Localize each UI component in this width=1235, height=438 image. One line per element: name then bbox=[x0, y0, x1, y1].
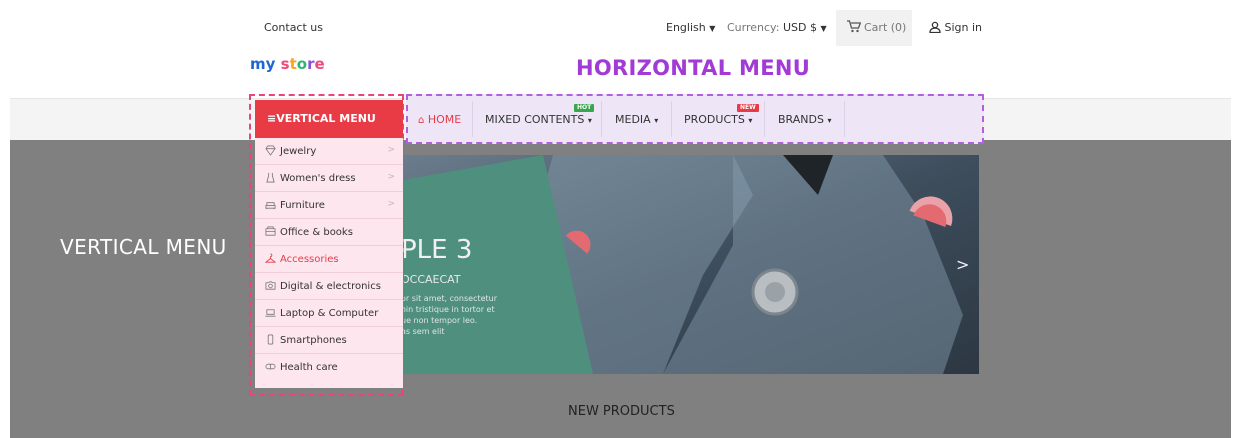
nav-separator bbox=[844, 101, 845, 137]
logo-letter: r bbox=[307, 55, 315, 73]
sign-in-label: Sign in bbox=[944, 21, 983, 34]
slide-body-line: ue non tempor leo. bbox=[403, 316, 478, 325]
caret-down-icon: ▼ bbox=[709, 24, 716, 33]
horizontal-menu-title: HORIZONTAL MENU bbox=[576, 56, 811, 80]
sign-in-link[interactable]: Sign in bbox=[929, 21, 982, 34]
nav-separator bbox=[472, 101, 473, 137]
caret-down-icon: ▾ bbox=[587, 116, 592, 125]
menu-item-furniture[interactable]: Furniture > bbox=[255, 192, 403, 219]
currency-label: Currency: bbox=[727, 21, 780, 34]
slide-body-line: oin tristique in tortor et bbox=[403, 305, 495, 314]
currency-selector[interactable]: Currency: USD $ ▼ bbox=[727, 21, 827, 34]
menu-item-laptop-computer[interactable]: Laptop & Computer bbox=[255, 300, 403, 327]
language-selector[interactable]: English ▼ bbox=[666, 21, 715, 34]
cart-icon bbox=[847, 20, 861, 33]
new-products-heading: NEW PRODUCTS bbox=[568, 404, 675, 419]
hamburger-icon: ≡ bbox=[267, 112, 277, 125]
language-value: English bbox=[666, 21, 706, 34]
nav-separator bbox=[601, 101, 602, 137]
menu-item-womens-dress[interactable]: Women's dress > bbox=[255, 165, 403, 192]
menu-item-smartphones[interactable]: Smartphones bbox=[255, 327, 403, 354]
menu-item-label: Office & books bbox=[280, 227, 353, 238]
hot-badge: HOT bbox=[574, 104, 595, 112]
caret-down-icon: ▾ bbox=[654, 116, 659, 125]
menu-item-label: Jewelry bbox=[280, 146, 317, 157]
brand-row: my store HORIZONTAL MENU bbox=[10, 46, 1231, 98]
slider-image bbox=[403, 155, 979, 374]
caret-down-icon: ▼ bbox=[820, 24, 827, 33]
home-icon: ⌂ bbox=[418, 115, 425, 126]
currency-value: USD $ bbox=[782, 21, 817, 34]
top-bar: Contact us English ▼ Currency: USD $ ▼ C… bbox=[10, 10, 1231, 47]
user-icon bbox=[929, 21, 941, 34]
menu-item-label: Accessories bbox=[280, 254, 339, 265]
book-icon bbox=[265, 226, 276, 236]
logo-letter: s bbox=[280, 55, 290, 73]
logo-letter: y bbox=[265, 55, 276, 73]
menu-item-label: Furniture bbox=[280, 200, 325, 211]
menu-item-jewelry[interactable]: Jewelry > bbox=[255, 138, 403, 165]
nav-label: MEDIA bbox=[615, 113, 651, 126]
pill-icon bbox=[265, 363, 276, 370]
chevron-right-icon: > bbox=[387, 199, 395, 209]
menu-item-label: Women's dress bbox=[280, 173, 356, 184]
nav-label: HOME bbox=[427, 113, 462, 126]
slide-body-line: as sem elit bbox=[403, 327, 445, 336]
caret-down-icon: ▾ bbox=[827, 116, 832, 125]
slide-body: or sit amet, consectetur oin tristique i… bbox=[403, 293, 497, 337]
vertical-menu-toggle[interactable]: ≡VERTICAL MENU bbox=[255, 100, 403, 138]
vertical-menu-header-label: VERTICAL MENU bbox=[276, 112, 376, 125]
diamond-icon bbox=[265, 145, 276, 156]
vertical-menu-caption: VERTICAL MENU bbox=[60, 235, 227, 259]
chevron-right-icon: > bbox=[387, 145, 395, 155]
nav-separator bbox=[671, 101, 672, 137]
slide-subheading: OCCAECAT bbox=[403, 273, 461, 286]
slide-body-line: or sit amet, consectetur bbox=[403, 294, 498, 303]
menu-item-office-books[interactable]: Office & books bbox=[255, 219, 403, 246]
menu-item-health-care[interactable]: Health care bbox=[255, 354, 403, 381]
menu-item-accessories[interactable]: Accessories bbox=[255, 246, 403, 273]
contact-us-link[interactable]: Contact us bbox=[264, 21, 323, 34]
menu-item-digital-electronics[interactable]: Digital & electronics bbox=[255, 273, 403, 300]
phone-icon bbox=[267, 334, 274, 345]
image-slider[interactable]: PLE 3 OCCAECAT or sit amet, consectetur … bbox=[403, 155, 979, 374]
sofa-icon bbox=[265, 202, 276, 210]
nav-label: BRANDS bbox=[778, 113, 824, 126]
nav-label: MIXED CONTENTS bbox=[485, 113, 585, 126]
nav-label: PRODUCTS bbox=[684, 113, 745, 126]
new-badge: NEW bbox=[737, 104, 759, 112]
menu-item-label: Smartphones bbox=[280, 335, 347, 346]
laptop-icon bbox=[265, 309, 276, 317]
menu-item-label: Laptop & Computer bbox=[280, 308, 379, 319]
cart-label: Cart (0) bbox=[864, 21, 907, 34]
store-logo[interactable]: my store bbox=[250, 55, 325, 73]
menu-item-label: Digital & electronics bbox=[280, 281, 381, 292]
slider-next-arrow[interactable]: > bbox=[956, 255, 969, 274]
dress-icon bbox=[266, 172, 275, 183]
chevron-right-icon: > bbox=[387, 172, 395, 182]
slide-heading: PLE 3 bbox=[403, 235, 473, 265]
caret-down-icon: ▾ bbox=[748, 116, 753, 125]
logo-letter: e bbox=[314, 55, 325, 73]
vertical-menu-list: Jewelry > Women's dress > Furniture > Of… bbox=[255, 138, 403, 388]
hanger-icon bbox=[265, 253, 276, 263]
logo-letter: m bbox=[250, 55, 266, 73]
cart-button[interactable]: Cart (0) bbox=[836, 10, 912, 46]
logo-letter: t bbox=[289, 55, 297, 73]
menu-item-label: Health care bbox=[280, 362, 338, 373]
nav-separator bbox=[764, 101, 765, 137]
logo-letter: o bbox=[296, 55, 308, 73]
camera-icon bbox=[265, 281, 276, 290]
